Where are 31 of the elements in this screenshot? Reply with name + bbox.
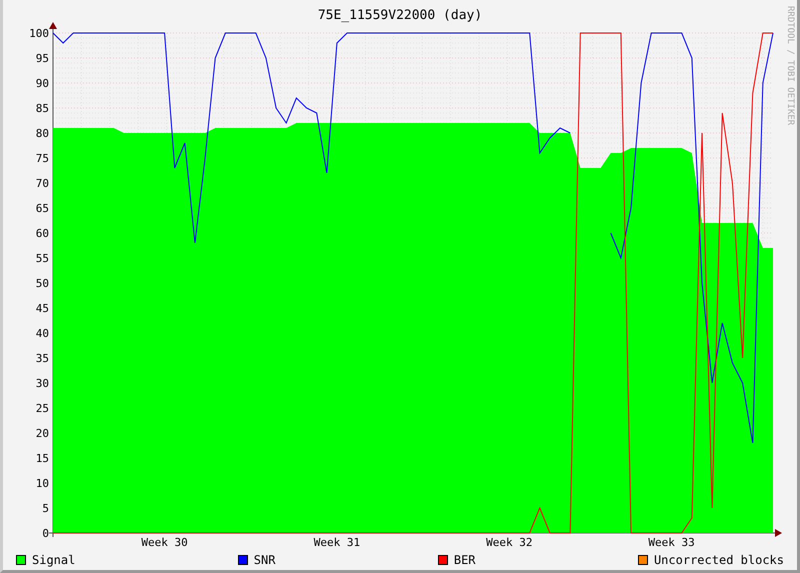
y-tick-label: 85: [36, 102, 49, 115]
y-tick-label: 60: [36, 227, 49, 240]
y-tick-label: 65: [36, 202, 49, 215]
y-tick-label: 50: [36, 277, 49, 290]
x-tick-label: Week 33: [648, 536, 695, 549]
x-tick-label: Week 31: [314, 536, 360, 549]
legend-label: BER: [454, 552, 476, 569]
y-tick-label: 10: [36, 477, 49, 490]
y-tick-label: 80: [36, 127, 49, 140]
legend-label: SNR: [254, 552, 276, 569]
y-tick-label: 15: [36, 452, 49, 465]
credit-text: RRDTOOL / TOBI OETIKER: [785, 6, 794, 126]
legend-label: Uncorrected blocks: [654, 552, 784, 569]
x-tick-label: Week 30: [141, 536, 188, 549]
y-tick-label: 55: [36, 252, 49, 265]
y-tick-label: 95: [36, 52, 49, 65]
y-tick-label: 40: [36, 327, 49, 340]
y-tick-label: 90: [36, 77, 49, 90]
y-tick-label: 5: [42, 502, 49, 515]
y-tick-label: 25: [36, 402, 49, 415]
y-tick-label: 20: [36, 427, 49, 440]
chart-title: 75E_11559V22000 (day): [318, 8, 482, 22]
x-tick-label: Week 32: [486, 536, 533, 549]
y-tick-label: 45: [36, 302, 49, 315]
y-tick-label: 70: [36, 177, 49, 190]
y-tick-label: 0: [42, 527, 49, 540]
y-tick-label: 35: [36, 352, 49, 365]
y-tick-label: 30: [36, 377, 49, 390]
y-tick-label: 100: [29, 27, 49, 40]
legend-label: Signal: [32, 552, 76, 569]
y-tick-label: 75: [36, 152, 49, 165]
